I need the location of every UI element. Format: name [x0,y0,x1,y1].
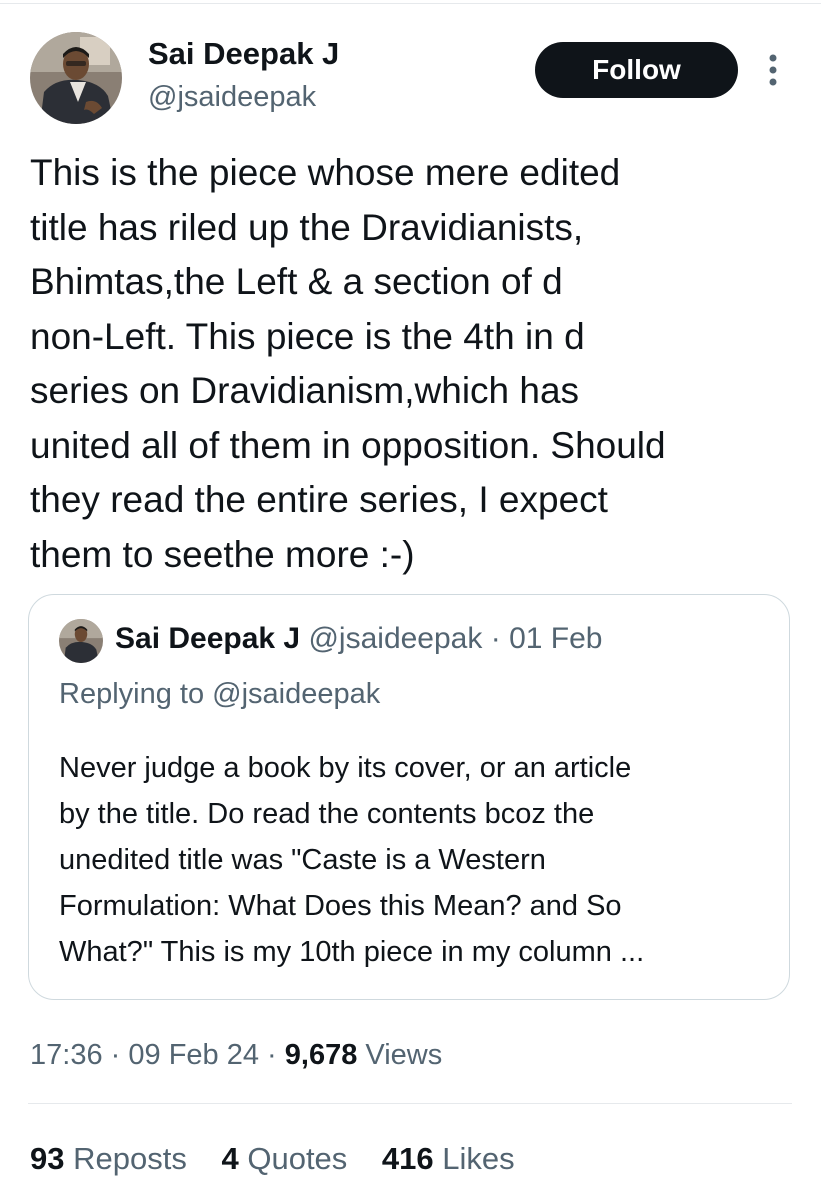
views-label: Views [365,1039,443,1071]
more-options-button[interactable] [760,48,786,92]
quote-text: Never judge a book by its cover, or an a… [59,752,645,968]
quote-header: Sai Deepak J @jsaideepak · 01 Feb [115,617,602,661]
author-handle[interactable]: @jsaideepak [148,77,316,117]
quote-separator: · [490,622,501,655]
likes-count: 416 [381,1141,434,1176]
quotes-stat[interactable]: 4 Quotes [221,1141,347,1176]
quotes-count: 4 [221,1141,239,1176]
profile-photo-icon [59,619,103,663]
tweet-date[interactable]: 09 Feb 24 [128,1039,259,1071]
likes-label: Likes [442,1141,515,1176]
quotes-label: Quotes [247,1141,348,1176]
reposts-stat[interactable]: 93 Reposts [30,1141,187,1176]
likes-stat[interactable]: 416 Likes [382,1141,515,1176]
tweet-text: This is the piece whose mere edited titl… [30,152,666,575]
meta-separator: · [110,1039,121,1071]
follow-button[interactable]: Follow [535,42,738,98]
vertical-ellipsis-icon [769,54,777,86]
quote-date: 01 Feb [509,622,603,655]
quote-replying-to: Replying to @jsaideepak [59,678,381,710]
tweet-meta: 17:36 · 09 Feb 24 · 9,678 Views [30,1034,442,1076]
meta-separator: · [267,1039,277,1071]
reposts-label: Reposts [73,1141,187,1176]
author-avatar[interactable] [30,32,122,124]
reposts-count: 93 [30,1141,65,1176]
engagement-stats: 93 Reposts 4 Quotes 416 Likes [30,1137,541,1181]
quote-author-avatar [59,619,103,663]
quote-author-name: Sai Deepak J [115,622,301,655]
views-count: 9,678 [284,1039,358,1071]
top-divider [0,3,821,4]
quote-author-handle: @jsaideepak [308,622,483,655]
stats-divider [28,1103,792,1104]
tweet-time[interactable]: 17:36 [30,1039,103,1071]
profile-photo-icon [30,32,122,124]
quoted-tweet-card[interactable]: Sai Deepak J @jsaideepak · 01 Feb Replyi… [28,594,790,1000]
author-name[interactable]: Sai Deepak J [148,34,339,74]
